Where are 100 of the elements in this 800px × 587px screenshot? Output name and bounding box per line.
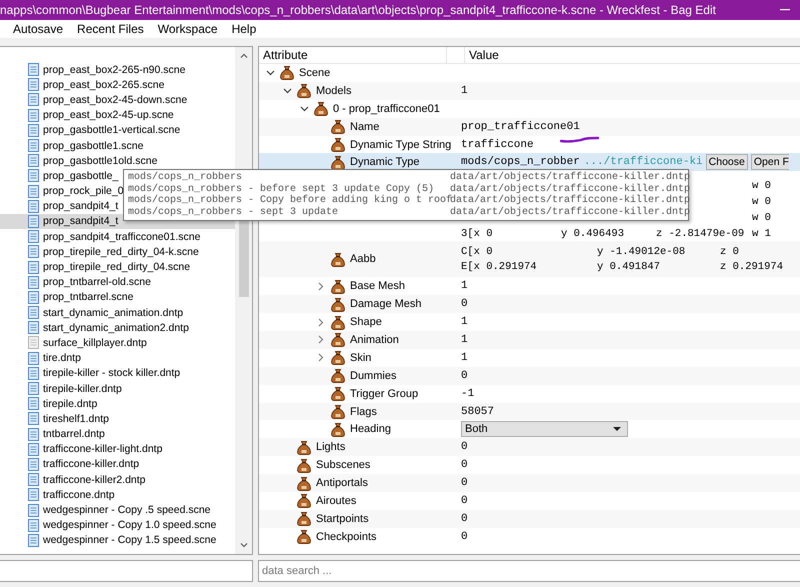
attribute-label: Scene: [299, 66, 330, 79]
file-item[interactable]: prop_gasbottle1-vertical.scne: [0, 122, 235, 138]
tree-row[interactable]: Flags 58057: [259, 402, 800, 420]
action-button[interactable]: Open F: [750, 154, 789, 170]
tree-row[interactable]: Dummies 0: [259, 366, 800, 385]
attribute-label: Base Mesh: [350, 280, 406, 292]
file-item[interactable]: tirepile-killer - stock killer.dntp: [0, 366, 235, 381]
attribute-value: 0: [461, 477, 468, 490]
file-item[interactable]: tirepile.dntp: [0, 396, 235, 412]
tree-row[interactable]: Damage Mesh 0: [259, 295, 800, 314]
tree-row[interactable]: Shape 1: [259, 313, 800, 332]
file-item[interactable]: prop_east_box2-45-down.scne: [0, 92, 235, 108]
file-item[interactable]: start_dynamic_animation.dntp: [0, 305, 235, 320]
file-item[interactable]: prop_east_box2-265-n90.scne: [0, 62, 235, 78]
tree-row[interactable]: Lights 0: [259, 438, 800, 456]
file-item[interactable]: prop_gasbottle1old.scne: [0, 153, 235, 168]
file-item[interactable]: prop_sandpit4_trafficcone01.scne: [0, 229, 235, 244]
tree-row[interactable]: Skin 1: [259, 348, 800, 367]
vector-component: w 1: [752, 228, 771, 240]
file-item[interactable]: prop_tirepile_red_dirty_04.scne: [0, 259, 235, 275]
menu-item[interactable]: Recent Files: [70, 21, 151, 37]
file-item[interactable]: wedgespinner - Copy 1.5 speed.scne: [0, 532, 235, 548]
search-field[interactable]: data search ...: [258, 560, 800, 582]
column-header[interactable]: Value: [464, 47, 499, 64]
tooltip-text: mods/cops_n_robbers - Copy before adding king o t roof: [128, 195, 450, 206]
tree-row[interactable]: Heading Both: [259, 420, 800, 438]
column-header[interactable]: Attribute: [259, 47, 447, 64]
attribute-value: 0: [461, 530, 468, 543]
sack-icon: [331, 296, 345, 312]
tree-row[interactable]: Scene: [259, 64, 800, 82]
tree-row[interactable]: Airoutes 0: [259, 492, 800, 510]
sack-icon: [331, 137, 345, 152]
sack-icon: [331, 350, 345, 366]
tree-row[interactable]: Name prop_trafficcone01: [259, 118, 800, 136]
attribute-label: Skin: [350, 352, 372, 364]
tree-row[interactable]: Antiportals 0: [259, 474, 800, 492]
file-item[interactable]: wedgespinner - Copy 1.0 speed.scne: [0, 518, 235, 533]
scroll-thumb[interactable]: [238, 219, 248, 297]
scroll-up-icon[interactable]: [240, 53, 248, 58]
menu-item[interactable]: Workspace: [150, 21, 225, 37]
tree-row[interactable]: Dynamic Type String trafficcone: [259, 136, 800, 154]
caret-icon: [613, 427, 621, 432]
attribute-label: Antiportals: [316, 477, 368, 490]
file-item[interactable]: wedgespinner - Copy .5 speed.scne: [0, 502, 235, 518]
file-item[interactable]: prop_tirepile_red_dirty_04-k.scne: [0, 244, 235, 260]
action-button[interactable]: Choose: [706, 154, 748, 170]
file-item[interactable]: tire.dntp: [0, 350, 235, 366]
file-item[interactable]: tirepile-killer.dntp: [0, 380, 235, 396]
file-item[interactable]: trafficcone-killer-light.dntp: [0, 442, 235, 457]
menu-item[interactable]: Autosave: [6, 21, 70, 37]
file-item[interactable]: trafficcone.dntp: [0, 487, 235, 502]
chevron-right-icon[interactable]: [318, 282, 324, 291]
minimize-icon[interactable]: [780, 9, 790, 11]
chevron-right-icon[interactable]: [318, 335, 324, 344]
vector-component: E[x 0.291974: [461, 261, 537, 274]
tree-row[interactable]: Models 1: [259, 82, 800, 100]
attribute-value: 0: [461, 298, 468, 310]
scroll-down-icon[interactable]: [240, 543, 248, 548]
file-item[interactable]: prop_gasbottle1.scne: [0, 138, 235, 154]
file-item[interactable]: prop_east_box2-265.scne: [0, 77, 235, 92]
file-item[interactable]: tireshelf1.dntp: [0, 411, 235, 426]
tree-row[interactable]: Subscenes 0: [259, 456, 800, 474]
sack-icon: [331, 404, 345, 420]
tree-row[interactable]: Trigger Group -1: [259, 384, 800, 403]
tree-row[interactable]: Dynamic Type mods/cops_n_robber .../trafficcone-ki Choose Open F: [259, 153, 800, 172]
chevron-right-icon[interactable]: [318, 353, 324, 362]
vector-component: z -2.81479e-09: [656, 228, 744, 240]
file-item[interactable]: tntbarrel.dntp: [0, 426, 235, 442]
file-item[interactable]: trafficcone-killer.dntp: [0, 456, 235, 472]
chevron-right-icon[interactable]: [318, 318, 324, 327]
tree-row[interactable]: Checkpoints 0: [259, 528, 800, 546]
attribute-label: Checkpoints: [316, 530, 377, 543]
attribute-value: prop_trafficcone01: [461, 120, 580, 133]
file-item[interactable]: prop_tntbarrel-old.scne: [0, 274, 235, 290]
attribute-value: 0: [461, 441, 468, 454]
attribute-value: 1: [461, 352, 468, 364]
sack-icon: [331, 332, 345, 348]
tree-row[interactable]: Base Mesh 1: [259, 277, 800, 296]
heading-dropdown[interactable]: Both: [461, 421, 628, 438]
tree-row[interactable]: Aabb C[x 0 y -1.49012e-08 z 0 E[x 0.291974 y 0.491847 z 0.291974: [259, 241, 800, 278]
file-item[interactable]: prop_east_box2-45-up.scne: [0, 108, 235, 123]
file-item[interactable]: trafficcone-killer2.dntp: [0, 472, 235, 488]
attribute-label: Airoutes: [316, 494, 356, 507]
menu-item[interactable]: Help: [224, 21, 264, 37]
file-item[interactable]: prop_tntbarrel.scne: [0, 290, 235, 305]
sack-icon: [297, 440, 311, 455]
file-item[interactable]: surface_killplayer.dntp: [0, 335, 235, 351]
attribute-value: 0: [461, 370, 468, 382]
input-field[interactable]: [0, 560, 253, 582]
attribute-label: Aabb: [350, 253, 376, 266]
chevron-down-icon[interactable]: [266, 70, 274, 76]
tree-row[interactable]: 0 - prop_trafficcone01: [259, 100, 800, 118]
file-item[interactable]: start_dynamic_animation2.dntp: [0, 320, 235, 336]
chevron-down-icon[interactable]: [282, 88, 292, 94]
chevron-down-icon[interactable]: [300, 106, 308, 112]
tree-row[interactable]: Startpoints 0: [259, 510, 800, 528]
attribute-value: 58057: [461, 406, 494, 418]
tree-row[interactable]: Animation 1: [259, 331, 800, 349]
attribute-value: 1: [461, 316, 468, 328]
vector-component: z 0: [720, 246, 739, 258]
